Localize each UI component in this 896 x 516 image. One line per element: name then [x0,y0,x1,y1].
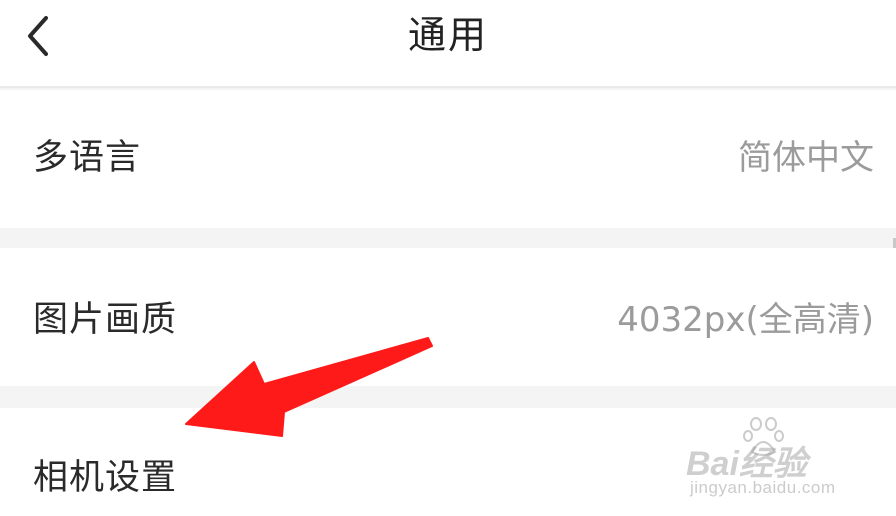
navigation-bar: 通用 [0,0,896,88]
baidu-jingyan-watermark: Bai经验 jingyan.baidu.com [686,414,886,504]
page-title: 通用 [407,13,488,57]
image-quality-setting-row[interactable]: 图片画质 4032px(全高清) [0,248,896,386]
settings-screen: 通用 多语言 简体中文 图片画质 4032px(全高清) 相机设置 Bai经验 … [0,0,896,516]
language-value: 简体中文 [738,138,874,178]
watermark-subtitle: jingyan.baidu.com [690,478,836,497]
language-label: 多语言 [33,138,142,178]
language-setting-row[interactable]: 多语言 简体中文 [0,90,896,266]
camera-label: 相机设置 [33,458,178,498]
image-quality-label: 图片画质 [33,300,178,340]
image-quality-value: 4032px(全高清) [617,300,874,340]
